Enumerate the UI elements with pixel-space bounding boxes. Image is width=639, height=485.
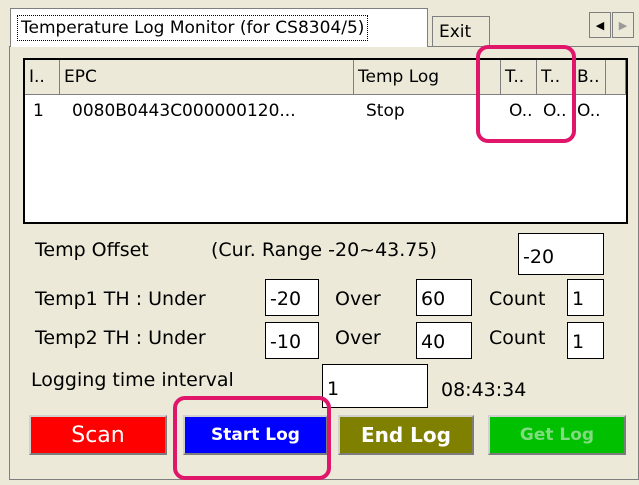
temp1-count-label: Count	[489, 288, 546, 310]
column-header-b[interactable]: B..	[573, 60, 606, 95]
tag-list[interactable]: I.. EPC Temp Log T.. T.. B.. 1 0080B0443…	[23, 58, 628, 224]
column-header-temp-log[interactable]: Temp Log	[354, 60, 501, 95]
temp2-count-field[interactable]: 1	[567, 322, 604, 359]
temp-offset-range: (Cur. Range -20~43.75)	[211, 239, 437, 261]
temp1-count-field[interactable]: 1	[567, 279, 604, 316]
column-header-t1[interactable]: T..	[501, 60, 537, 95]
tab-scroll-right-button[interactable]: ▶	[612, 12, 634, 38]
tab-exit[interactable]: Exit	[432, 16, 490, 46]
tab-exit-label: Exit	[439, 21, 472, 42]
current-time: 08:43:34	[441, 379, 527, 401]
temp2-count-label: Count	[489, 327, 546, 349]
temp1-under-field[interactable]: -20	[265, 279, 319, 316]
triangle-left-icon: ◀	[595, 18, 605, 32]
triangle-right-icon: ▶	[618, 18, 628, 32]
temp2-under-field[interactable]: -10	[265, 322, 319, 359]
temp-offset-field[interactable]: -20	[518, 233, 604, 275]
column-header-filler	[606, 60, 626, 95]
temp1-over-field[interactable]: 60	[416, 279, 472, 316]
tab-scroll-left-button[interactable]: ◀	[589, 12, 611, 38]
column-header-t2[interactable]: T..	[537, 60, 573, 95]
temp2-under-label: Temp2 TH : Under	[35, 327, 206, 349]
tab-temperature-log-monitor-label: Temperature Log Monitor (for CS8304/5)	[17, 15, 369, 41]
logging-interval-label: Logging time interval	[31, 369, 234, 391]
cell-index: 1	[33, 101, 44, 121]
cell-b: O..	[577, 101, 601, 121]
column-header-epc[interactable]: EPC	[60, 60, 354, 95]
tag-list-header: I.. EPC Temp Log T.. T.. B..	[25, 60, 626, 96]
temp1-over-label: Over	[335, 288, 381, 310]
cell-t2: O..	[543, 101, 567, 121]
cell-temp-log: Stop	[366, 101, 405, 121]
temp1-under-label: Temp1 TH : Under	[35, 288, 206, 310]
end-log-button-label: End Log	[361, 423, 451, 447]
get-log-button-label: Get Log	[519, 425, 595, 445]
cell-epc: 0080B0443C000000120...	[72, 101, 296, 121]
temp2-over-label: Over	[335, 327, 381, 349]
tab-temperature-log-monitor[interactable]: Temperature Log Monitor (for CS8304/5)	[10, 8, 428, 47]
get-log-button[interactable]: Get Log	[488, 415, 626, 455]
list-item[interactable]: 1 0080B0443C000000120... Stop O.. O.. O.…	[25, 96, 626, 126]
app-window: Temperature Log Monitor (for CS8304/5) E…	[0, 0, 639, 485]
cell-t1: O..	[509, 101, 533, 121]
scan-button-label: Scan	[71, 422, 125, 448]
temp2-over-field[interactable]: 40	[416, 322, 472, 359]
column-header-index[interactable]: I..	[25, 60, 60, 95]
temp-offset-label: Temp Offset	[35, 239, 149, 261]
end-log-button[interactable]: End Log	[338, 415, 474, 455]
scan-button[interactable]: Scan	[29, 415, 167, 455]
start-log-button-label: Start Log	[211, 425, 300, 445]
logging-interval-field[interactable]: 1	[322, 364, 428, 408]
start-log-button[interactable]: Start Log	[183, 415, 328, 455]
